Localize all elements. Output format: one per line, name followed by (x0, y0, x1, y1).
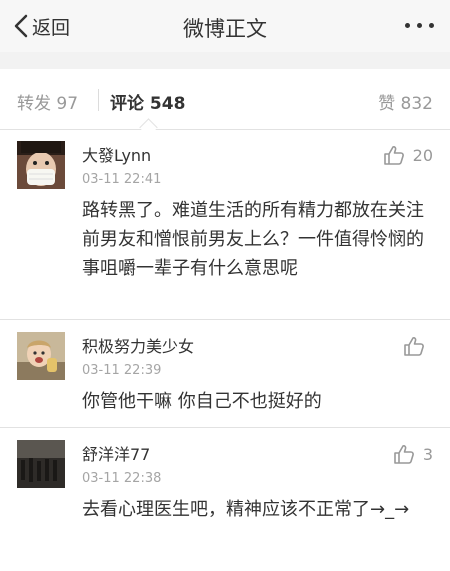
tab-repost-label: 转发 (17, 94, 51, 114)
comment-text: 去看心理医生吧，精神应该不正常了→_→ (82, 499, 410, 520)
more-dot-icon (429, 23, 434, 28)
thumbs-up-icon (383, 146, 404, 165)
nav-bar: 返回 微博正文 (0, 0, 450, 52)
more-menu-button[interactable] (405, 23, 434, 28)
tab-like-label: 赞 (378, 94, 396, 114)
avatar[interactable] (17, 332, 65, 380)
tab-like-count: 832 (400, 94, 433, 114)
divider (0, 427, 450, 428)
more-dot-icon (417, 23, 422, 28)
thumbs-up-icon (394, 445, 414, 464)
tab-repost[interactable]: 转发 97 (17, 89, 78, 114)
tab-comment-count: 548 (149, 94, 186, 114)
tab-bar: 转发 97 评论 548 赞 832 (0, 69, 450, 137)
tab-divider (98, 89, 99, 111)
comment-time: 03-11 22:41 (82, 172, 162, 187)
dark-crowd-avatar-icon (17, 440, 65, 488)
avatar[interactable] (17, 440, 65, 488)
page-title: 微博正文 (183, 17, 267, 41)
comment-time: 03-11 22:39 (82, 363, 162, 378)
tab-comment[interactable]: 评论 548 (110, 89, 185, 114)
divider (0, 319, 450, 320)
comment-text: 路转黑了。难道生活的所有精力都放在关注前男友和憎恨前男友上么？一件值得怜悯的事咀… (82, 200, 424, 279)
like-count: 3 (422, 444, 433, 464)
like-button[interactable] (403, 335, 433, 357)
comment-username[interactable]: 积极努力美少女 (82, 333, 194, 357)
comment-username[interactable]: 大發Lynn (82, 142, 151, 166)
masked-person-avatar-icon (17, 141, 65, 189)
more-dot-icon (405, 23, 410, 28)
like-button[interactable]: 3 (393, 443, 433, 465)
thumbs-up-icon (404, 337, 424, 356)
comment-time: 03-11 22:38 (82, 471, 162, 486)
tab-repost-count: 97 (56, 94, 79, 114)
comment-username[interactable]: 舒洋洋77 (82, 441, 150, 465)
like-count: 20 (412, 145, 433, 165)
comment-item: 舒洋洋77 03-11 22:38 3 去看心理医生吧，精神应该不正常了→_→ (0, 429, 450, 571)
section-gap (0, 52, 450, 69)
tab-like[interactable]: 赞 832 (378, 89, 433, 114)
comment-item: 积极努力美少女 03-11 22:39 你管他干嘛 你自己不也挺好的 (0, 321, 450, 428)
comment-item: 大發Lynn 03-11 22:41 20 路转黑了。难道生活的所有精力都放在关… (0, 130, 450, 320)
comment-text: 你管他干嘛 你自己不也挺好的 (82, 391, 322, 412)
like-button[interactable]: 20 (383, 144, 433, 166)
child-photo-avatar-icon (17, 332, 65, 380)
avatar[interactable] (17, 141, 65, 189)
tab-comment-label: 评论 (110, 94, 144, 114)
